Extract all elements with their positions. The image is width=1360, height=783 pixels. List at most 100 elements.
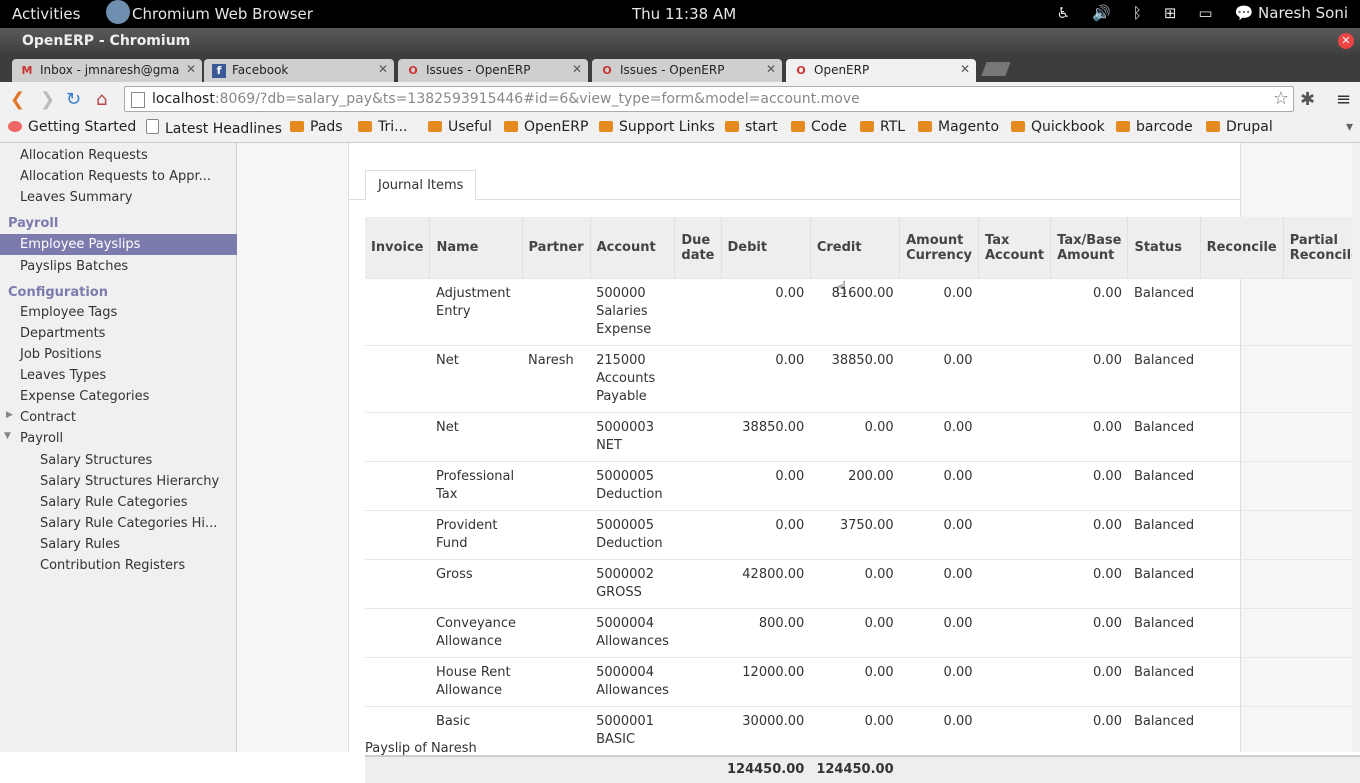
cell-due: [675, 279, 721, 346]
sidebar-item-expense-categories[interactable]: Expense Categories: [0, 386, 256, 407]
sidebar-item-contract[interactable]: Contract: [0, 407, 256, 428]
bookmark-code[interactable]: Code: [791, 119, 847, 135]
cell-partner: [522, 279, 590, 346]
sidebar-item-salary-rules[interactable]: Salary Rules: [0, 534, 276, 555]
bookmark-drupal[interactable]: Drupal: [1206, 119, 1273, 135]
table-header-row: Invoice Name Partner Account Due date De…: [365, 217, 1360, 279]
battery-icon[interactable]: ▭: [1198, 4, 1212, 22]
activities-button[interactable]: Activities: [12, 5, 80, 23]
volume-icon[interactable]: 🔊: [1092, 4, 1111, 22]
bookmark-rtl[interactable]: RTL: [860, 119, 905, 135]
close-tab-icon[interactable]: ✕: [186, 62, 196, 76]
table-row[interactable]: House Rent Allowance5000004 Allowances12…: [365, 658, 1360, 707]
close-tab-icon[interactable]: ✕: [378, 62, 388, 76]
tab-issues-1[interactable]: O Issues - OpenERP ✕: [398, 59, 588, 82]
sidebar-item-allocation-requests-to-approve[interactable]: Allocation Requests to Appr...: [0, 166, 256, 187]
bookmark-pads[interactable]: Pads: [290, 119, 343, 135]
table-row[interactable]: NetNaresh215000 Accounts Payable0.003885…: [365, 346, 1360, 413]
close-tab-icon[interactable]: ✕: [766, 62, 776, 76]
tab-inbox[interactable]: M Inbox - jmnaresh@gmail.c ✕: [12, 59, 202, 82]
more-bookmarks-icon[interactable]: ▾: [1346, 119, 1353, 135]
sidebar-item-employee-tags[interactable]: Employee Tags: [0, 302, 256, 323]
cell-tax-base: 0.00: [1051, 658, 1128, 707]
bookmark-latest-headlines[interactable]: Latest Headlines: [146, 119, 282, 137]
close-tab-icon[interactable]: ✕: [572, 62, 582, 76]
sidebar-item-salary-structures[interactable]: Salary Structures: [0, 450, 276, 471]
sidebar-item-leaves-summary[interactable]: Leaves Summary: [0, 187, 256, 208]
sidebar-item-allocation-requests[interactable]: Allocation Requests: [0, 145, 256, 166]
column-header[interactable]: Name: [430, 217, 522, 279]
bookmark-tri[interactable]: Tri...: [358, 119, 408, 135]
bookmark-magento[interactable]: Magento: [918, 119, 999, 135]
cell-name: Conveyance Allowance: [430, 609, 522, 658]
column-header[interactable]: Reconcile: [1200, 217, 1283, 279]
table-row[interactable]: Gross5000002 GROSS42800.000.000.000.00Ba…: [365, 560, 1360, 609]
column-header[interactable]: Account: [590, 217, 675, 279]
table-row[interactable]: Adjustment Entry500000 Salaries Expense0…: [365, 279, 1360, 346]
home-icon[interactable]: ⌂: [96, 89, 107, 110]
column-header[interactable]: Credit: [810, 217, 899, 279]
sidebar-item-payslips-batches[interactable]: Payslips Batches: [0, 256, 256, 277]
total-debit: 124450.00: [721, 756, 810, 783]
bookmark-openerp[interactable]: OpenERP: [504, 119, 588, 135]
sidebar-item-salary-rule-categories[interactable]: Salary Rule Categories: [0, 492, 276, 513]
clock[interactable]: Thu 11:38 AM: [632, 5, 736, 23]
forward-icon[interactable]: ❯: [40, 89, 55, 110]
cell-amount-currency: 0.00: [900, 346, 979, 413]
column-header[interactable]: Due date: [675, 217, 721, 279]
table-row[interactable]: Provident Fund5000005 Deduction0.003750.…: [365, 511, 1360, 560]
sidebar-item-payroll-config[interactable]: Payroll: [0, 428, 256, 449]
column-header[interactable]: Partial Reconcile: [1283, 217, 1360, 279]
menu-icon[interactable]: ≡: [1336, 89, 1351, 110]
sidebar-item-employee-payslips[interactable]: Employee Payslips: [0, 234, 256, 255]
table-row[interactable]: Professional Tax5000005 Deduction0.00200…: [365, 462, 1360, 511]
sidebar-item-salary-rule-categories-hierarchy[interactable]: Salary Rule Categories Hi...: [0, 513, 276, 534]
cell-account: 5000005 Deduction: [590, 462, 675, 511]
bookmark-support-links[interactable]: Support Links: [599, 119, 715, 135]
back-icon[interactable]: ❮: [10, 89, 25, 110]
reload-icon[interactable]: ↻: [66, 89, 81, 110]
folder-icon: [599, 121, 613, 132]
close-window-icon[interactable]: ✕: [1338, 33, 1354, 49]
column-header[interactable]: Tax/Base Amount: [1051, 217, 1128, 279]
table-row[interactable]: Conveyance Allowance5000004 Allowances80…: [365, 609, 1360, 658]
table-row[interactable]: Basic5000001 BASIC30000.000.000.000.00Ba…: [365, 707, 1360, 757]
column-header[interactable]: Tax Account: [979, 217, 1051, 279]
address-bar[interactable]: localhost:8069/?db=salary_pay&ts=1382593…: [124, 86, 1294, 112]
cell-credit: 81600.00: [810, 279, 899, 346]
user-menu[interactable]: 💬 Naresh Soni: [1235, 4, 1348, 22]
bluetooth-icon[interactable]: ᛒ: [1133, 4, 1142, 22]
bookmark-quickbook[interactable]: Quickbook: [1011, 119, 1105, 135]
bookmark-star-icon[interactable]: ☆: [1273, 88, 1289, 109]
close-tab-icon[interactable]: ✕: [960, 62, 970, 76]
column-header[interactable]: Amount Currency: [900, 217, 979, 279]
tab-journal-items[interactable]: Journal Items: [365, 170, 476, 201]
tab-facebook[interactable]: f Facebook ✕: [204, 59, 394, 82]
table-row[interactable]: Net5000003 NET38850.000.000.000.00Balanc…: [365, 413, 1360, 462]
tab-openerp[interactable]: O OpenERP ✕: [786, 59, 976, 82]
bookmark-barcode[interactable]: barcode: [1116, 119, 1193, 135]
cell-status: Balanced: [1128, 707, 1200, 757]
sidebar-item-job-positions[interactable]: Job Positions: [0, 344, 256, 365]
url-text[interactable]: localhost:8069/?db=salary_pay&ts=1382593…: [152, 91, 860, 107]
bookmark-label: Useful: [448, 119, 492, 135]
column-header[interactable]: Partner: [522, 217, 590, 279]
bookmarks-bar: Getting Started Latest Headlines Pads Tr…: [0, 116, 1360, 143]
accessibility-icon[interactable]: ♿: [1057, 4, 1070, 22]
sidebar-item-leaves-types[interactable]: Leaves Types: [0, 365, 256, 386]
network-icon[interactable]: ⊞: [1164, 4, 1177, 22]
bookmark-start[interactable]: start: [725, 119, 778, 135]
sidebar-item-salary-structures-hierarchy[interactable]: Salary Structures Hierarchy: [0, 471, 276, 492]
sidebar-item-departments[interactable]: Departments: [0, 323, 256, 344]
column-header[interactable]: Debit: [721, 217, 810, 279]
column-header[interactable]: Invoice: [365, 217, 430, 279]
sidebar-item-contribution-registers[interactable]: Contribution Registers: [0, 555, 276, 576]
column-header[interactable]: Status: [1128, 217, 1200, 279]
new-tab-button[interactable]: [981, 62, 1010, 76]
bookmark-getting-started[interactable]: Getting Started: [8, 119, 136, 135]
tab-issues-2[interactable]: O Issues - OpenERP ✕: [592, 59, 782, 82]
app-menu[interactable]: Chromium Web Browser: [112, 5, 293, 23]
bookmark-useful[interactable]: Useful: [428, 119, 492, 135]
extension-icon[interactable]: ✱: [1300, 89, 1315, 110]
scrollbar[interactable]: [1352, 143, 1360, 752]
